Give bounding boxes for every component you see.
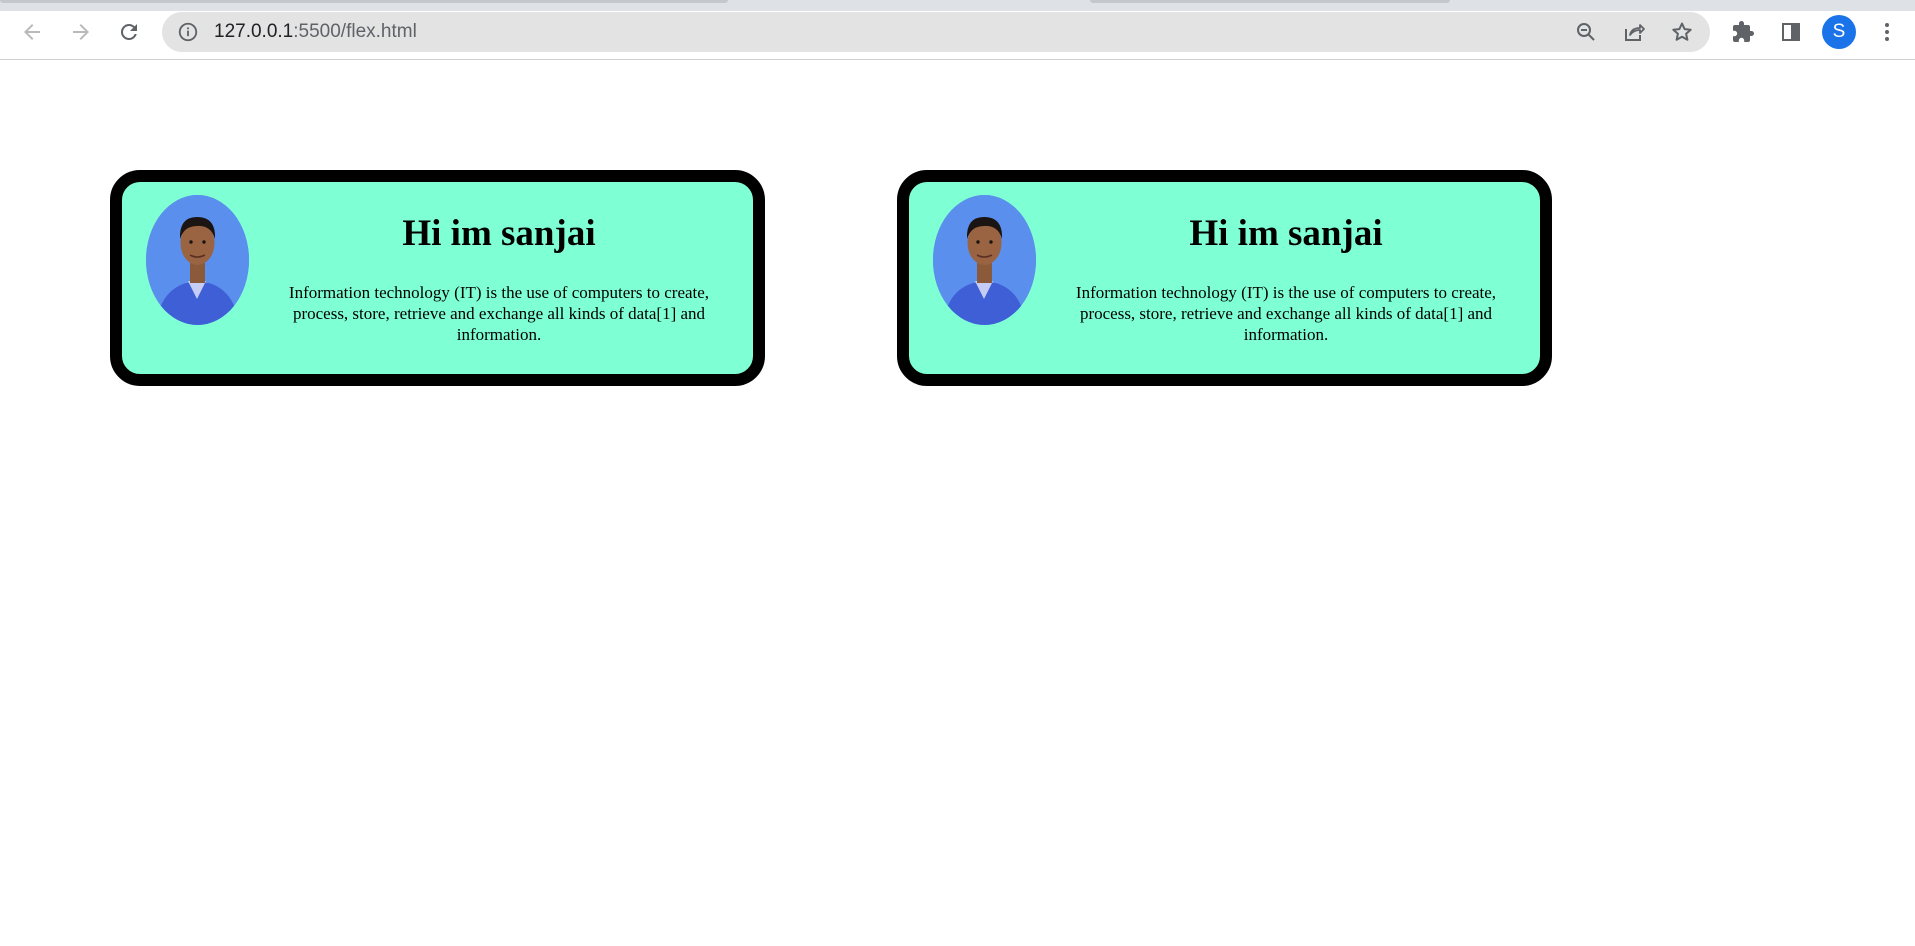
url-host: 127.0.0.1	[214, 21, 294, 42]
tab-strip	[0, 0, 1915, 11]
address-bar[interactable]: 127.0.0.1:5500/flex.html	[162, 12, 1710, 52]
star-icon[interactable]	[1668, 18, 1696, 46]
forward-button[interactable]	[63, 14, 99, 50]
tab-edge[interactable]	[1090, 0, 1450, 3]
page-content: Hi im sanjai Information technology (IT)…	[0, 60, 1915, 946]
share-icon[interactable]	[1620, 18, 1648, 46]
arrow-left-icon	[24, 24, 40, 40]
reload-button[interactable]	[111, 14, 147, 50]
profile-card: Hi im sanjai Information technology (IT)…	[897, 170, 1552, 386]
card-text: Hi im sanjai Information technology (IT)…	[264, 212, 734, 345]
arrow-right-icon	[73, 24, 89, 40]
card-heading: Hi im sanjai	[1189, 213, 1383, 254]
browser-toolbar: 127.0.0.1:5500/flex.html S	[0, 0, 1915, 60]
profile-photo	[146, 195, 249, 325]
card-text: Hi im sanjai Information technology (IT)…	[1051, 212, 1521, 345]
back-button[interactable]	[14, 14, 50, 50]
profile-avatar[interactable]: S	[1822, 15, 1856, 49]
profile-photo	[933, 195, 1036, 325]
url-path: :5500/flex.html	[293, 21, 417, 42]
card-description: Information technology (IT) is the use o…	[288, 283, 710, 344]
zoom-out-icon[interactable]	[1572, 18, 1600, 46]
card-heading: Hi im sanjai	[402, 213, 596, 254]
url-text[interactable]: 127.0.0.1:5500/flex.html	[214, 21, 417, 43]
info-icon[interactable]	[176, 20, 200, 44]
kebab-menu-icon[interactable]	[1869, 14, 1905, 50]
profile-card: Hi im sanjai Information technology (IT)…	[110, 170, 765, 386]
reload-icon	[120, 23, 137, 40]
tab-active-edge[interactable]	[0, 0, 728, 3]
side-panel-icon[interactable]	[1773, 14, 1809, 50]
card-description: Information technology (IT) is the use o…	[1075, 283, 1497, 344]
puzzle-icon[interactable]	[1725, 14, 1761, 50]
